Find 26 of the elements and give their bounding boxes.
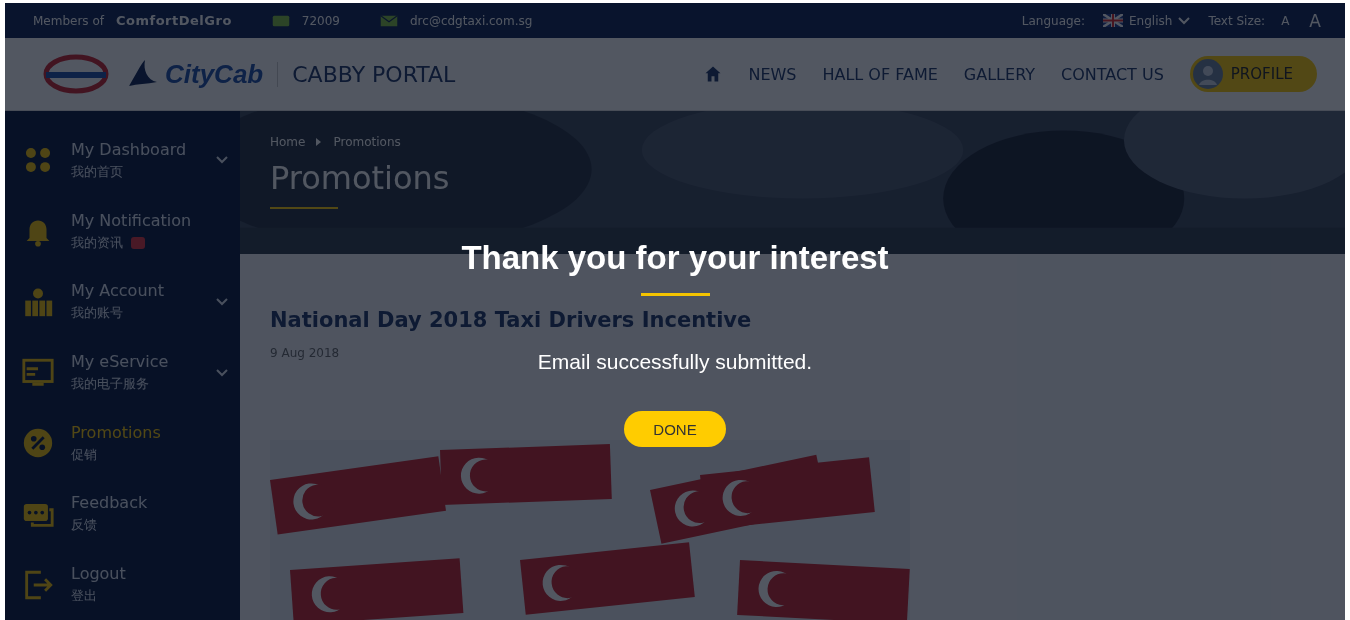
nav-link[interactable]: GALLERY bbox=[963, 64, 1035, 84]
email-address: drc@cdgtaxi.com.sg bbox=[410, 13, 533, 28]
nav-link[interactable]: HALL OF FAME bbox=[822, 64, 938, 84]
text-size-button[interactable]: A bbox=[1305, 10, 1325, 31]
item-label: My Dashboard bbox=[71, 139, 188, 159]
hotline-number: 72009 bbox=[301, 13, 340, 28]
done-button[interactable]: DONE bbox=[624, 411, 726, 447]
item-label: Feedback bbox=[71, 493, 149, 513]
breadcrumb-link[interactable]: Home bbox=[270, 135, 306, 149]
group-logo: ComfortDelGro bbox=[116, 13, 232, 28]
item-label: My Notification bbox=[71, 210, 193, 230]
language-label: Language: bbox=[1021, 13, 1086, 28]
text-size-button[interactable]: A bbox=[1277, 13, 1294, 28]
nav-link[interactable]: NEWS bbox=[748, 64, 797, 84]
text-size-label: Text Size: bbox=[1208, 13, 1266, 28]
members-label: Members of bbox=[33, 13, 104, 28]
dialog-message: Email successfully submitted. bbox=[537, 350, 813, 374]
page-title: Promotions bbox=[270, 159, 451, 197]
item-label: My eService bbox=[71, 352, 170, 371]
item-label: Logout bbox=[71, 564, 127, 584]
item-label: My Account bbox=[71, 281, 165, 301]
breadcrumb-link[interactable]: Promotions bbox=[333, 135, 401, 149]
item-label-chinese: 促销 bbox=[71, 445, 97, 464]
item-label: Promotions bbox=[71, 422, 162, 442]
dialog-title: Thank you for your interest bbox=[461, 239, 889, 277]
nav-link[interactable]: CONTACT US bbox=[1061, 64, 1164, 84]
